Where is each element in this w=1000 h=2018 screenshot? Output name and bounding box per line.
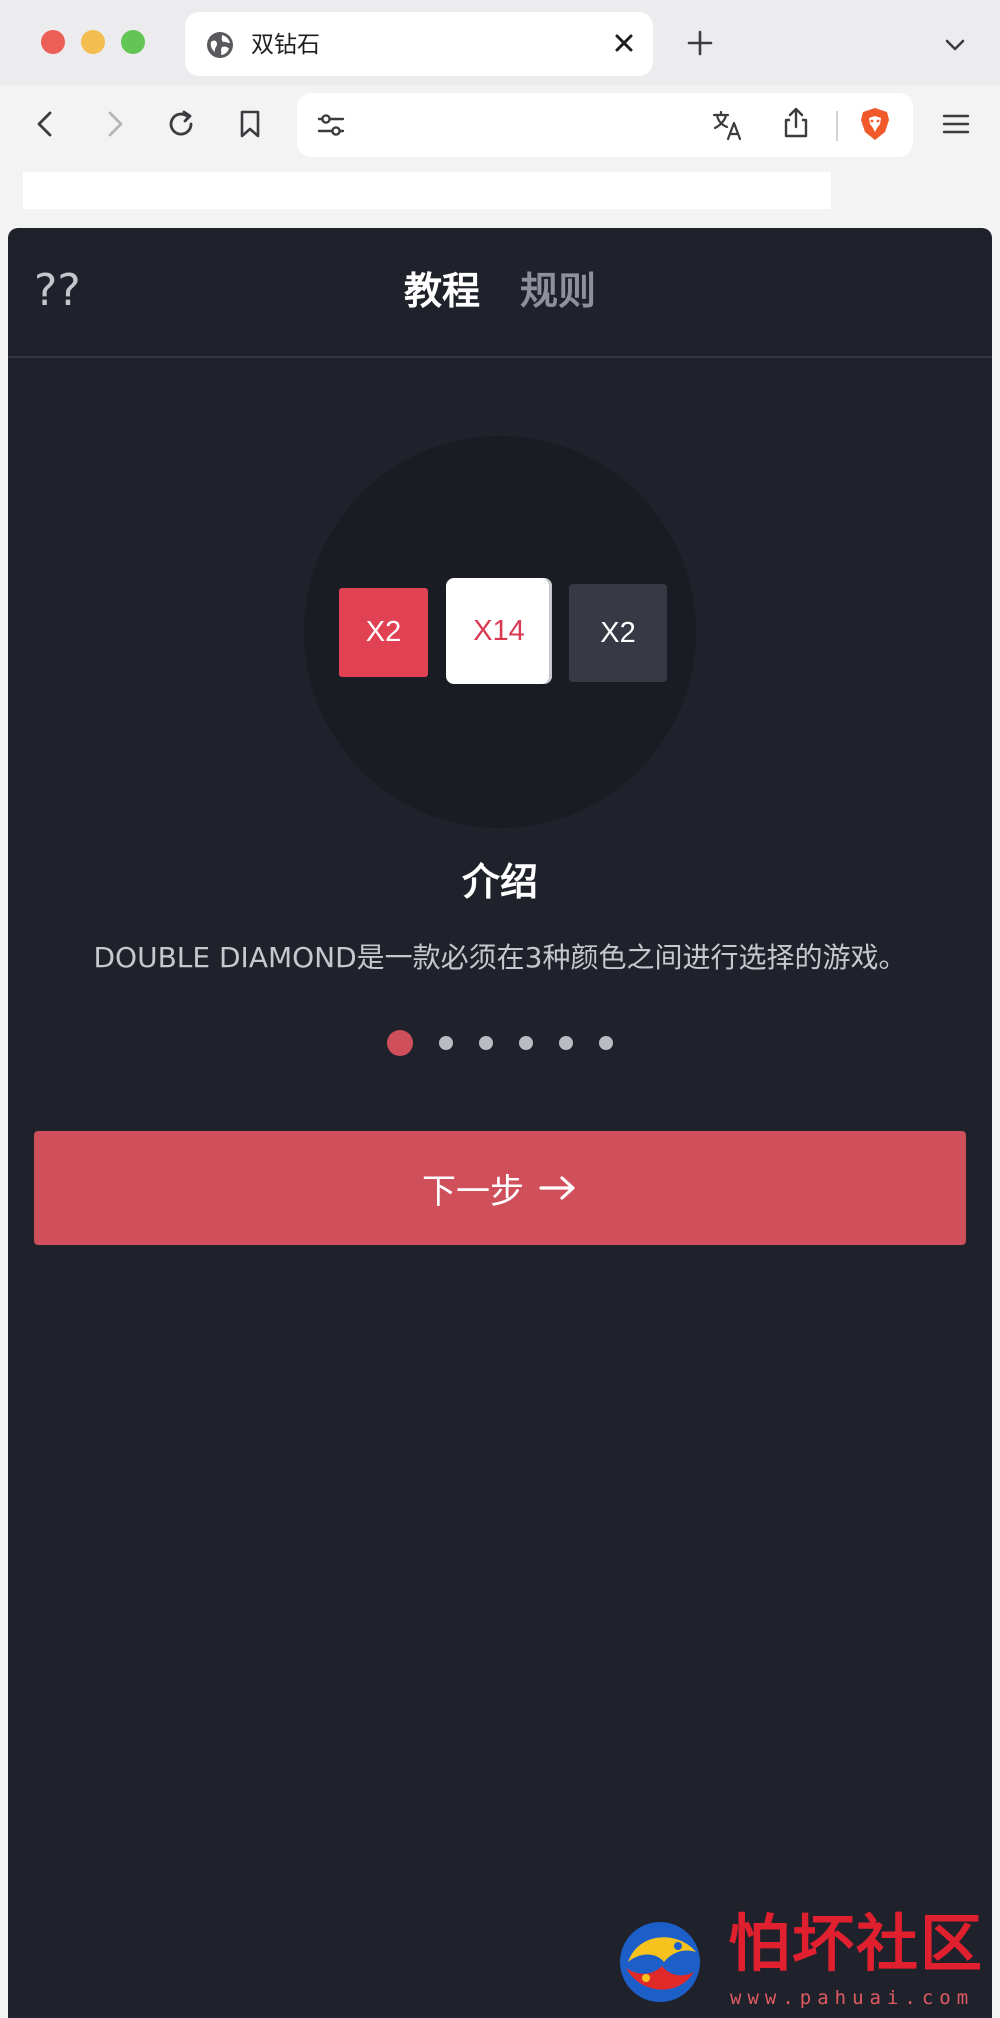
address-bar[interactable]: [297, 93, 913, 157]
fish-logo-icon: [620, 1922, 700, 2002]
multiplier-chip-white: X14: [446, 578, 552, 684]
pagination-dots: [8, 1026, 992, 1058]
arrow-right-icon: [539, 1176, 575, 1200]
watermark: 怕坏社区 www.pahuai.com: [608, 1906, 988, 2014]
intro-title: 介绍: [461, 860, 538, 904]
multiplier-chip-gray: X2: [569, 584, 667, 682]
tab-tutorial[interactable]: 教程: [404, 268, 480, 314]
address-bar-divider: [836, 111, 838, 141]
window-close-button[interactable]: [41, 30, 65, 54]
window-minimize-button[interactable]: [81, 30, 105, 54]
forward-arrow-icon[interactable]: [96, 106, 132, 142]
brave-shield-icon[interactable]: [857, 106, 893, 142]
pagination-dot[interactable]: [479, 1036, 493, 1050]
back-arrow-icon[interactable]: [28, 106, 64, 142]
pagination-dot[interactable]: [439, 1036, 453, 1050]
translate-icon[interactable]: [710, 107, 746, 143]
game-tutorial-panel: ?? 教程 规则 X2 X14 X2 介绍 DOUBLE DIAMOND是一款必…: [8, 228, 992, 2018]
watermark-url: www.pahuai.com: [730, 1987, 975, 2009]
pagination-dot[interactable]: [559, 1036, 573, 1050]
chevron-down-icon[interactable]: [940, 30, 970, 60]
intro-description: DOUBLE DIAMOND是一款必须在3种颜色之间进行选择的游戏。: [93, 941, 907, 974]
share-icon[interactable]: [778, 105, 814, 141]
globe-icon: [207, 32, 233, 58]
multiplier-chip-red: X2: [339, 588, 428, 677]
bookmark-icon[interactable]: [232, 106, 268, 142]
plus-icon[interactable]: [683, 26, 717, 60]
window-zoom-button[interactable]: [121, 30, 145, 54]
next-step-label: 下一步: [422, 1171, 524, 1212]
browser-toolbar: [0, 86, 1000, 164]
browser-tab[interactable]: 双钻石: [185, 12, 653, 76]
tab-title: 双钻石: [251, 32, 320, 58]
watermark-text: 怕坏社区: [728, 1907, 985, 1980]
help-label[interactable]: ??: [34, 266, 81, 316]
reload-icon[interactable]: [163, 106, 199, 142]
hamburger-menu-icon[interactable]: [938, 106, 974, 142]
tune-icon[interactable]: [313, 107, 349, 143]
pagination-dot[interactable]: [599, 1036, 613, 1050]
next-step-button[interactable]: 下一步: [34, 1131, 966, 1245]
pagination-dot[interactable]: [519, 1036, 533, 1050]
pagination-dot[interactable]: [387, 1030, 413, 1056]
close-icon[interactable]: [609, 28, 639, 58]
browser-tab-bar: 双钻石: [0, 0, 1000, 86]
tab-rules[interactable]: 规则: [520, 268, 596, 314]
bookmarks-strip: [23, 172, 831, 209]
panel-header: ?? 教程 规则: [8, 228, 992, 358]
